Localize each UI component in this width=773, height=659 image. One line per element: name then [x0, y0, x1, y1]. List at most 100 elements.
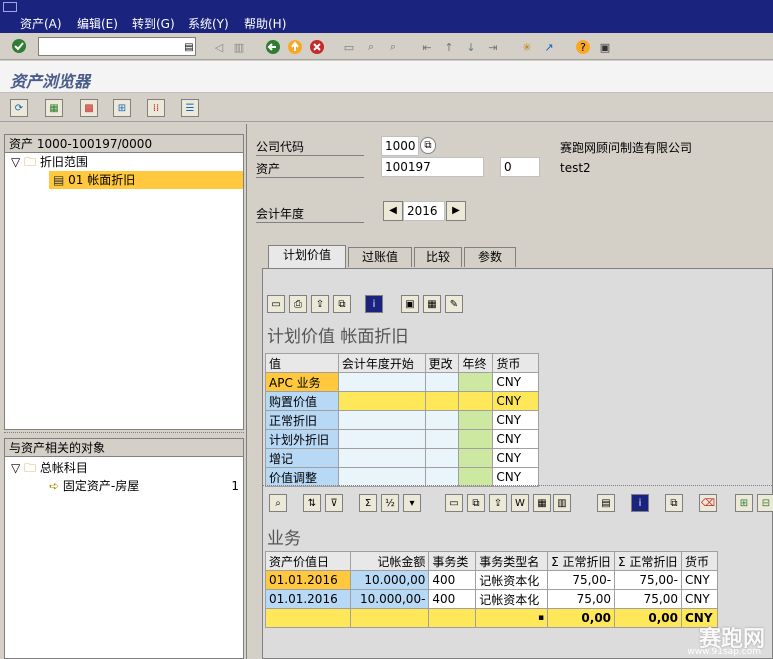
- enter-check-icon[interactable]: [10, 37, 28, 55]
- column-header[interactable]: 货币: [492, 353, 539, 373]
- menu-help[interactable]: 帮助(H): [244, 15, 286, 32]
- table-row[interactable]: APC 业务 CNY: [265, 372, 539, 392]
- tab-comparison[interactable]: 比较: [414, 247, 462, 267]
- column-header[interactable]: Σ 正常折旧: [547, 551, 616, 571]
- details-icon[interactable]: ⌕: [269, 494, 287, 512]
- tree-icon[interactable]: ⊟: [757, 494, 773, 512]
- menu-edit[interactable]: 编辑(E): [77, 15, 118, 32]
- collapse-triangle-icon[interactable]: ▽: [11, 461, 20, 475]
- export-icon[interactable]: ⇪: [311, 295, 329, 313]
- column-header[interactable]: 资产价值日: [265, 551, 351, 571]
- copy-icon[interactable]: ⧉: [333, 295, 351, 313]
- info-icon[interactable]: i: [365, 295, 383, 313]
- column-header[interactable]: 货币: [681, 551, 718, 571]
- hierarchy-icon[interactable]: ⊞: [735, 494, 753, 512]
- menu-goto[interactable]: 转到(G): [132, 15, 175, 32]
- splitter[interactable]: [4, 432, 244, 436]
- table-row[interactable]: 购置价值 CNY: [265, 391, 539, 411]
- match-code-icon[interactable]: ⧉: [420, 137, 436, 154]
- company-code-field[interactable]: 1000: [381, 136, 419, 156]
- info-icon[interactable]: i: [631, 494, 649, 512]
- cancel-icon[interactable]: [308, 38, 326, 56]
- command-field[interactable]: [38, 37, 196, 56]
- layout-menu-icon[interactable]: ▣: [596, 38, 614, 56]
- tree-node-gl-accounts[interactable]: ▽ 🗀 总帐科目: [11, 459, 88, 477]
- view-icon[interactable]: ⧉: [467, 494, 485, 512]
- find-next-icon[interactable]: ⌕: [384, 38, 402, 56]
- graphic-icon[interactable]: ▥: [553, 494, 571, 512]
- print-icon[interactable]: ▭: [445, 494, 463, 512]
- column-header[interactable]: 记帐金额: [349, 551, 430, 571]
- total-marker: ▪: [475, 608, 549, 628]
- export-icon[interactable]: ⇪: [489, 494, 507, 512]
- last-page-icon[interactable]: ⇥: [484, 38, 502, 56]
- menu-system[interactable]: 系统(Y): [188, 15, 229, 32]
- column-header[interactable]: 年终: [458, 353, 494, 373]
- collapse-triangle-icon[interactable]: ▽: [11, 155, 20, 169]
- previous-page-icon[interactable]: ↑: [440, 38, 458, 56]
- tab-planned-values[interactable]: 计划价值: [268, 245, 346, 268]
- table-row[interactable]: 增记 CNY: [265, 448, 539, 468]
- print-preview-icon[interactable]: ⎙: [289, 295, 307, 313]
- depreciation-cell: 75,00: [547, 589, 616, 609]
- asset-values-icon[interactable]: ▩: [80, 99, 98, 117]
- table-row[interactable]: 01.01.2016 10.000,00 400 记帐资本化 75,00- 75…: [265, 570, 718, 590]
- details-icon[interactable]: ▭: [267, 295, 285, 313]
- delete-icon[interactable]: ⌫: [699, 494, 717, 512]
- spreadsheet-icon[interactable]: ▦: [533, 494, 551, 512]
- vertical-splitter[interactable]: [246, 124, 252, 659]
- first-page-icon[interactable]: ⇤: [418, 38, 436, 56]
- subtotal-icon[interactable]: ½: [381, 494, 399, 512]
- filter-icon[interactable]: ⊽: [325, 494, 343, 512]
- column-header[interactable]: 事务类型名: [475, 551, 549, 571]
- choose-layout-icon[interactable]: ▣: [401, 295, 419, 313]
- tab-posted-values[interactable]: 过账值: [348, 247, 412, 267]
- refresh-icon[interactable]: ⟳: [10, 99, 28, 117]
- tab-parameters[interactable]: 参数: [464, 247, 516, 267]
- graphic-icon[interactable]: ⁞⁞: [147, 99, 165, 117]
- table-row[interactable]: 01.01.2016 10.000,00- 400 记帐资本化 75,00 75…: [265, 589, 718, 609]
- display-asset-icon[interactable]: ▦: [45, 99, 63, 117]
- tree-node-book-depreciation[interactable]: ▤ 01 帐面折旧: [49, 171, 243, 189]
- previous-year-button[interactable]: ◀: [383, 201, 403, 221]
- column-header[interactable]: 会计年度开始: [337, 353, 426, 373]
- new-session-icon[interactable]: ✳: [518, 38, 536, 56]
- layout-icon[interactable]: ▤: [597, 494, 615, 512]
- column-header[interactable]: Σ 正常折旧: [614, 551, 682, 571]
- asset-field[interactable]: 100197: [381, 157, 484, 177]
- find-icon[interactable]: ⌕: [362, 38, 380, 56]
- print-icon[interactable]: ▭: [340, 38, 358, 56]
- back-arrow-icon[interactable]: ◁: [210, 38, 228, 56]
- shortcut-icon[interactable]: ↗: [540, 38, 558, 56]
- subtotal-menu-icon[interactable]: ▾: [403, 494, 421, 512]
- copy-icon[interactable]: ⧉: [665, 494, 683, 512]
- table-row[interactable]: 正常折旧 CNY: [265, 410, 539, 430]
- word-icon[interactable]: W: [511, 494, 529, 512]
- column-header[interactable]: 事务类: [428, 551, 477, 571]
- sort-icon[interactable]: ⇅: [303, 494, 321, 512]
- system-menu-icon[interactable]: [3, 2, 17, 12]
- sub-number-field[interactable]: 0: [500, 157, 540, 177]
- page-title: 资产浏览器: [10, 72, 91, 91]
- hierarchy-icon[interactable]: ⊞: [113, 99, 131, 117]
- next-year-button[interactable]: ▶: [446, 201, 466, 221]
- menu-asset[interactable]: 资产(A): [20, 15, 62, 32]
- back-icon[interactable]: [264, 38, 282, 56]
- tree-node-depreciation-areas[interactable]: ▽ 🗀 折旧范围: [11, 153, 88, 171]
- fiscal-year-field[interactable]: 2016: [403, 201, 445, 221]
- column-header[interactable]: 更改: [424, 353, 460, 373]
- sum-icon[interactable]: Σ: [359, 494, 377, 512]
- column-header[interactable]: 值: [265, 353, 339, 373]
- calculator-icon[interactable]: ▦: [423, 295, 441, 313]
- table-row[interactable]: 价值调整 CNY: [265, 467, 539, 487]
- command-history-icon[interactable]: ▤: [180, 38, 198, 56]
- section-splitter[interactable]: [263, 485, 773, 489]
- exit-icon[interactable]: [286, 38, 304, 56]
- table-row[interactable]: 计划外折旧 CNY: [265, 429, 539, 449]
- save-icon[interactable]: ▥: [230, 38, 248, 56]
- list-icon[interactable]: ☰: [181, 99, 199, 117]
- comment-icon[interactable]: ✎: [445, 295, 463, 313]
- tree-node-fixed-asset-building[interactable]: ➪ 固定资产-房屋 1: [49, 477, 241, 495]
- next-page-icon[interactable]: ↓: [462, 38, 480, 56]
- help-icon[interactable]: ?: [574, 38, 592, 56]
